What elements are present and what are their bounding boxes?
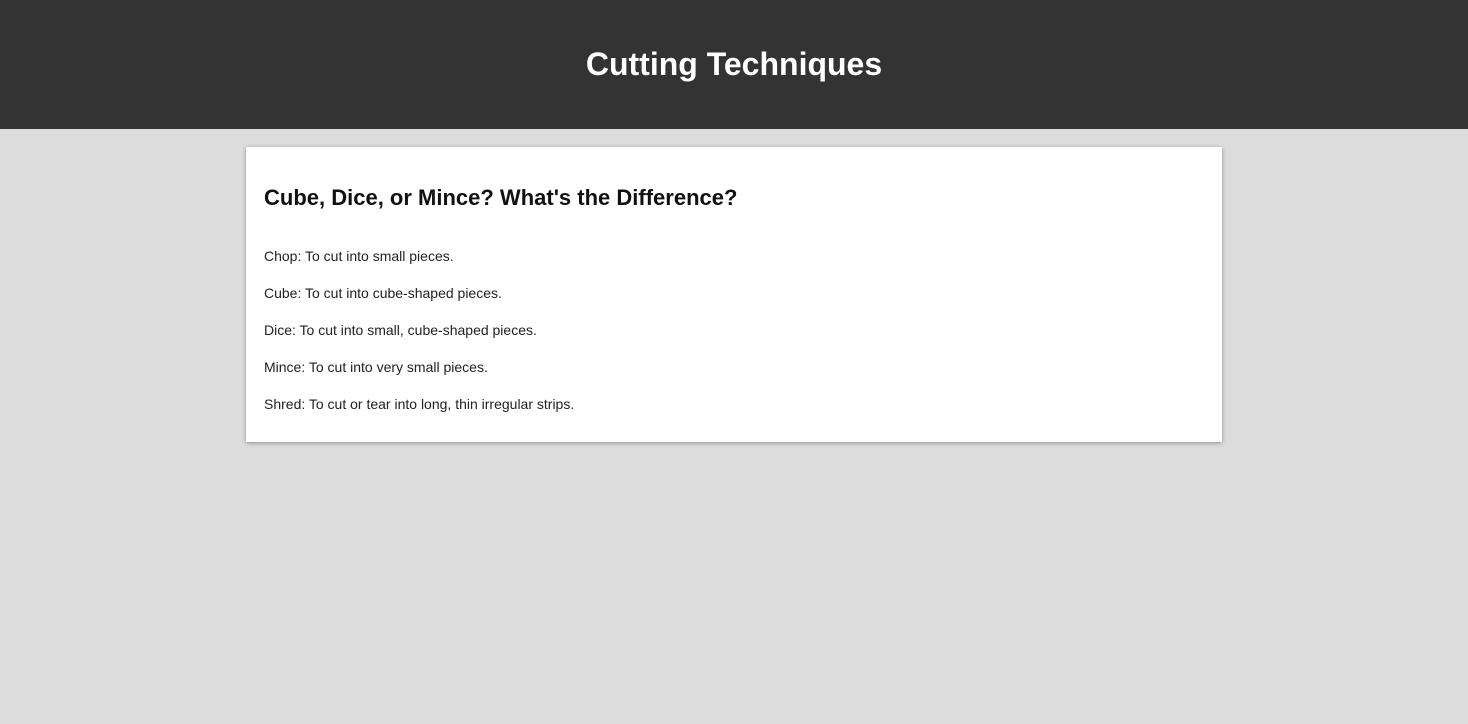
page-title: Cutting Techniques [585,46,883,82]
card-heading: Cube, Dice, or Mince? What's the Differe… [264,185,738,210]
definitions-list: Chop: To cut into small pieces. Cube: To… [264,247,1204,413]
definition-item-mince: Mince: To cut into very small pieces. [264,359,488,375]
definition-item-shred: Shred: To cut or tear into long, thin ir… [264,396,575,412]
definition-item-dice: Dice: To cut into small, cube-shaped pie… [264,322,537,338]
site-header: Cutting Techniques [0,0,1468,129]
content-card: Cube, Dice, or Mince? What's the Differe… [246,147,1222,442]
definition-item-cube: Cube: To cut into cube-shaped pieces. [264,285,502,301]
definition-item-chop: Chop: To cut into small pieces. [264,248,454,264]
